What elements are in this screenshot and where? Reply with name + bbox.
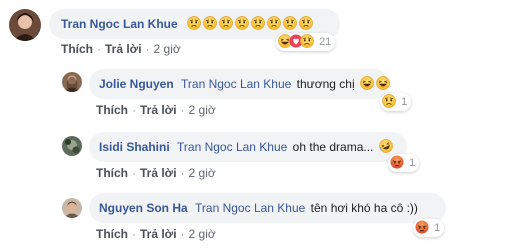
reaction-summary[interactable]: 21 xyxy=(276,33,336,51)
comment-time[interactable]: 2 giờ xyxy=(154,42,181,56)
comment-actions: Thích · Trả lời · 2 giờ xyxy=(61,42,181,56)
reaction-summary[interactable]: 1 xyxy=(380,93,412,111)
like-link[interactable]: Thích xyxy=(96,166,128,180)
reaction-count: 1 xyxy=(401,96,408,108)
comment-actions: Thích · Trả lời · 2 giờ xyxy=(96,166,216,180)
reaction-count: 21 xyxy=(319,36,332,48)
sad-emoji-icon xyxy=(235,16,249,30)
avatar[interactable] xyxy=(62,72,82,92)
reply-link[interactable]: Trả lời xyxy=(140,166,177,180)
like-link[interactable]: Thích xyxy=(61,42,93,56)
sad-emoji-icon xyxy=(219,16,233,30)
comment-actions: Thích · Trả lời · 2 giờ xyxy=(96,103,216,117)
avatar[interactable] xyxy=(62,198,82,218)
reaction-count: 1 xyxy=(409,157,416,169)
sad-reaction-icon xyxy=(382,94,396,108)
reaction-summary[interactable]: 1 xyxy=(413,219,445,237)
comment-text: oh the drama... xyxy=(292,140,374,154)
angry-reaction-icon xyxy=(390,155,404,169)
mention-link[interactable]: Tran Ngoc Lan Khue xyxy=(195,201,305,215)
reply-item: Jolie Nguyen Tran Ngoc Lan Khue thương c… xyxy=(0,62,514,120)
comment-actions: Thích · Trả lời · 2 giờ xyxy=(96,227,216,241)
reaction-count: 1 xyxy=(434,222,441,234)
reply-item: Isidi Shahini Tran Ngoc Lan Khue oh the … xyxy=(0,124,514,182)
angry-reaction-icon xyxy=(415,220,429,234)
comment-text: tên hơi khó ha cô :)) xyxy=(310,201,418,215)
comment-time[interactable]: 2 giờ xyxy=(189,166,216,180)
comment-author[interactable]: Jolie Nguyen xyxy=(99,77,174,91)
like-link[interactable]: Thích xyxy=(96,227,128,241)
mention-link[interactable]: Tran Ngoc Lan Khue xyxy=(181,77,291,91)
reply-link[interactable]: Trả lời xyxy=(140,103,177,117)
sad-emoji-icon xyxy=(267,16,281,30)
comment-item: Tran Ngoc Lan Khue 21 Thích · Trả lời · 2 gi… xyxy=(0,0,514,60)
comment-bubble: Isidi Shahini Tran Ngoc Lan Khue oh the … xyxy=(89,132,407,162)
reply-item: Nguyen Son Ha Tran Ngoc Lan Khue tên hơi… xyxy=(0,188,514,250)
comment-bubble: Nguyen Son Ha Tran Ngoc Lan Khue tên hơi… xyxy=(89,193,446,223)
sad-emoji-icon xyxy=(283,16,297,30)
comment-author[interactable]: Nguyen Son Ha xyxy=(99,201,188,215)
sad-emoji-icon xyxy=(203,16,217,30)
reply-link[interactable]: Trả lời xyxy=(105,42,142,56)
haha-emoji-icon xyxy=(360,76,374,90)
comment-author[interactable]: Tran Ngoc Lan Khue xyxy=(61,17,178,31)
sad-emoji-icon xyxy=(299,16,313,30)
sad-emoji-icon xyxy=(251,16,265,30)
comment-time[interactable]: 2 giờ xyxy=(189,227,216,241)
avatar[interactable] xyxy=(9,9,41,41)
emoji-group xyxy=(185,17,313,31)
reply-link[interactable]: Trả lời xyxy=(140,227,177,241)
comment-author[interactable]: Isidi Shahini xyxy=(99,140,170,154)
reaction-summary[interactable]: 1 xyxy=(388,154,420,172)
comment-time[interactable]: 2 giờ xyxy=(189,103,216,117)
avatar[interactable] xyxy=(62,136,82,156)
haha-emoji-icon xyxy=(376,76,390,90)
mention-link[interactable]: Tran Ngoc Lan Khue xyxy=(177,140,287,154)
like-link[interactable]: Thích xyxy=(96,103,128,117)
comment-bubble: Jolie Nguyen Tran Ngoc Lan Khue thương c… xyxy=(89,69,389,99)
sad-emoji-icon xyxy=(187,16,201,30)
comment-text: thương chị xyxy=(296,77,355,91)
sad-reaction-icon xyxy=(300,34,314,48)
rofl-emoji-icon xyxy=(379,139,393,153)
